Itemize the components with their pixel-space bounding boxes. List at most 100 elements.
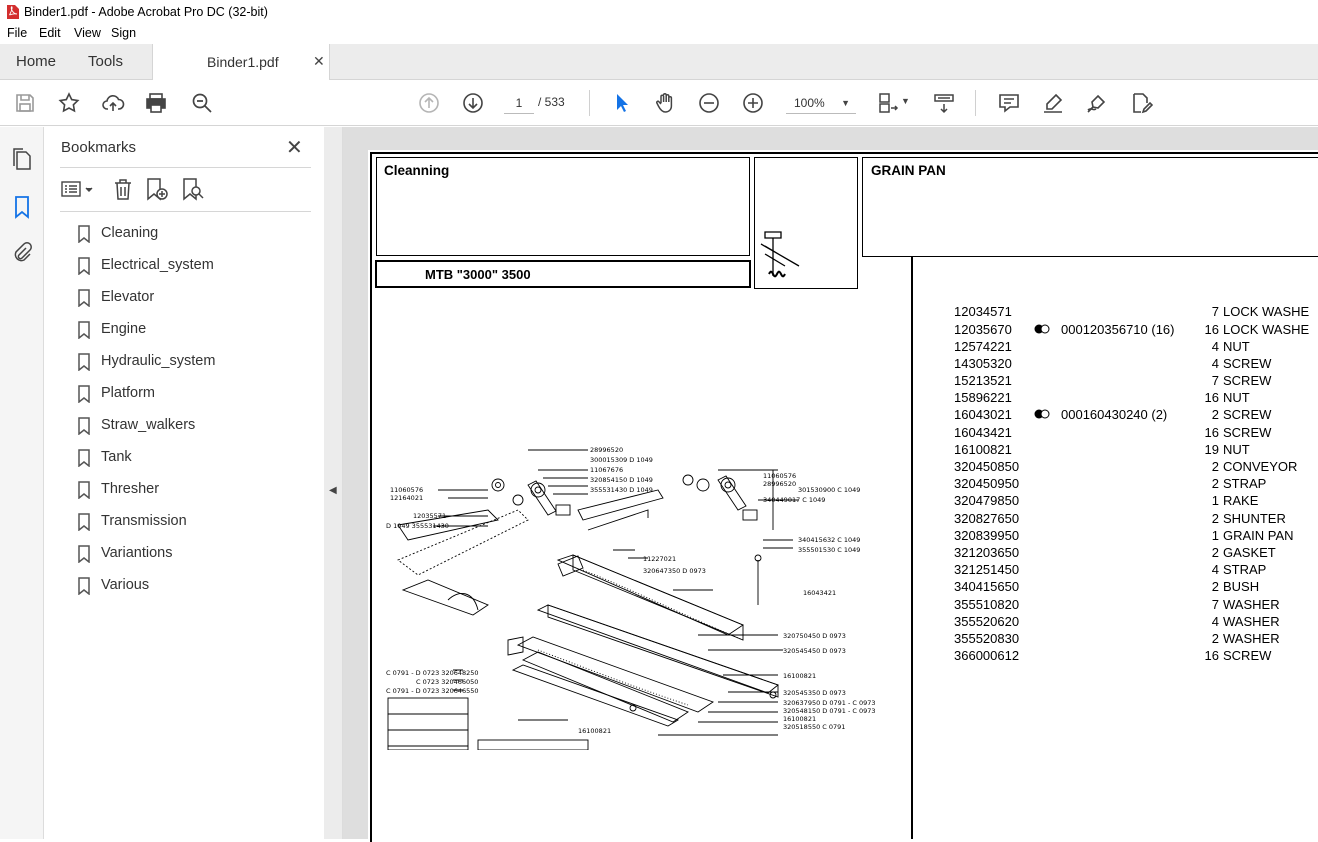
attachment-paperclip-icon[interactable]	[12, 241, 32, 265]
zoom-level-select[interactable]: 100% ▼	[786, 92, 856, 114]
page-number-input[interactable]: 1	[504, 92, 534, 114]
part-qty: 2	[1199, 459, 1219, 474]
page-thumbnails-icon[interactable]	[11, 147, 33, 171]
tab-home[interactable]: Home	[16, 53, 56, 70]
bookmark-icon	[77, 289, 91, 307]
diagram-label: 320637950 D 0791 - C 0973	[783, 699, 876, 707]
diagram-label: 16100821	[783, 672, 816, 680]
part-description: SCREW	[1223, 356, 1271, 371]
hand-tool-icon[interactable]	[653, 91, 677, 115]
bookmark-icon	[77, 449, 91, 467]
delete-bookmark-icon[interactable]	[112, 177, 134, 201]
menu-file[interactable]: File	[7, 26, 27, 40]
toolbar: 1 / 533 100% ▼ ▼	[0, 80, 1318, 126]
part-code: 12034571	[954, 304, 1012, 319]
bookmark-label: Platform	[101, 385, 155, 401]
find-bookmark-icon[interactable]	[181, 177, 205, 201]
part-code: 15896221	[954, 390, 1012, 405]
part-description: BUSH	[1223, 579, 1259, 594]
replacement-bullet-icon	[1034, 409, 1050, 419]
part-description: SCREW	[1223, 425, 1271, 440]
highlight-pen-icon[interactable]	[1041, 91, 1065, 115]
menu-edit[interactable]: Edit	[39, 26, 61, 40]
part-code: 355510820	[954, 597, 1019, 612]
part-description: SCREW	[1223, 373, 1271, 388]
tab-tools[interactable]: Tools	[88, 53, 123, 70]
previous-page-icon[interactable]	[417, 91, 441, 115]
diagram-label: 28996520	[763, 480, 796, 488]
bookmark-label: Hydraulic_system	[101, 353, 215, 369]
upload-cloud-icon[interactable]	[101, 91, 125, 115]
part-description: NUT	[1223, 390, 1250, 405]
part-qty: 2	[1199, 407, 1219, 422]
zoom-search-icon[interactable]	[190, 91, 214, 115]
zoom-out-icon[interactable]	[697, 91, 721, 115]
bookmark-icon	[77, 385, 91, 403]
print-icon[interactable]	[144, 91, 168, 115]
grain-pan-symbol-icon	[755, 224, 859, 290]
scroll-mode-icon[interactable]	[932, 91, 956, 115]
tab-bar: Home Tools Binder1.pdf ✕	[0, 44, 1318, 80]
bookmark-options-icon[interactable]	[61, 179, 97, 199]
part-description: CONVEYOR	[1223, 459, 1297, 474]
part-description: SHUNTER	[1223, 511, 1286, 526]
edit-pdf-icon[interactable]	[1129, 91, 1153, 115]
part-qty: 16	[1199, 648, 1219, 663]
part-code: 14305320	[954, 356, 1012, 371]
bookmark-icon	[77, 481, 91, 499]
menu-sign[interactable]: Sign	[111, 26, 136, 40]
star-icon[interactable]	[57, 91, 81, 115]
part-qty: 4	[1199, 562, 1219, 577]
diagram-label: 11060576	[390, 486, 423, 494]
column-divider	[911, 257, 913, 839]
symbol-box	[754, 157, 858, 289]
comment-icon[interactable]	[997, 91, 1021, 115]
chevron-down-icon: ▼	[841, 92, 850, 114]
collapse-left-icon: ◀	[329, 485, 337, 496]
part-description: NUT	[1223, 339, 1250, 354]
part-code: 366000612	[954, 648, 1019, 663]
bookmark-panel-icon[interactable]	[13, 195, 31, 219]
part-description: STRAP	[1223, 562, 1266, 577]
next-page-icon[interactable]	[461, 91, 485, 115]
part-description: NUT	[1223, 442, 1250, 457]
part-description: SCREW	[1223, 407, 1271, 422]
zoom-level-value: 100%	[794, 96, 825, 110]
page-fit-icon[interactable]	[876, 91, 900, 115]
section-title: Cleanning	[384, 163, 449, 178]
bookmark-icon	[77, 417, 91, 435]
close-panel-icon[interactable]: ✕	[286, 135, 303, 160]
part-description: WASHER	[1223, 597, 1280, 612]
diagram-label: 16043421	[803, 589, 836, 597]
toolbar-divider	[589, 90, 590, 116]
part-code: 340415650	[954, 579, 1019, 594]
panel-divider	[60, 211, 311, 212]
tab-document[interactable]: Binder1.pdf ✕	[152, 44, 330, 81]
part-code: 320450950	[954, 476, 1019, 491]
bookmark-icon	[77, 577, 91, 595]
part-qty: 2	[1199, 511, 1219, 526]
panel-collapse-handle[interactable]: ◀	[324, 127, 343, 839]
sign-pen-icon[interactable]	[1085, 91, 1109, 115]
replacement-bullet-icon	[1034, 324, 1050, 334]
document-viewer[interactable]: Cleanning MTB "3000" 3500 GRAIN PAN	[343, 127, 1318, 839]
save-icon[interactable]	[13, 91, 37, 115]
bookmark-label: Transmission	[101, 513, 187, 529]
part-qty: 7	[1199, 373, 1219, 388]
new-bookmark-icon[interactable]	[145, 177, 169, 201]
close-tab-icon[interactable]: ✕	[313, 53, 325, 70]
diagram-label: 320545350 D 0973	[783, 689, 846, 697]
diagram-label: 320545450 D 0973	[783, 647, 846, 655]
page-total: / 533	[538, 95, 565, 109]
part-qty: 1	[1199, 528, 1219, 543]
acrobat-pdf-icon	[6, 5, 19, 19]
part-qty: 4	[1199, 614, 1219, 629]
page-fit-dropdown-icon[interactable]: ▼	[901, 96, 910, 106]
toolbar-divider	[975, 90, 976, 116]
diagram-label: 320647350 D 0973	[643, 567, 706, 575]
zoom-in-icon[interactable]	[741, 91, 765, 115]
select-cursor-icon[interactable]	[609, 91, 633, 115]
menu-view[interactable]: View	[74, 26, 101, 40]
bookmark-label: Engine	[101, 321, 146, 337]
diagram-label: 11227021	[643, 555, 676, 563]
